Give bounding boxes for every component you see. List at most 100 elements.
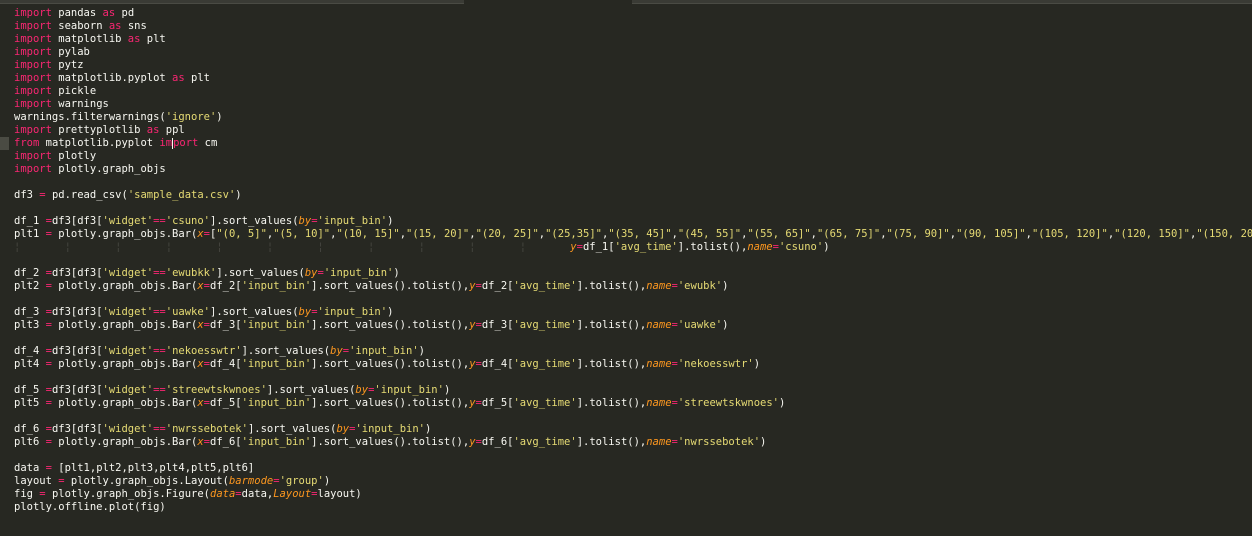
code-text: plotly.graph_objs.Layout( bbox=[64, 475, 229, 487]
operator: == bbox=[153, 384, 166, 396]
string-literal: 'uawke' bbox=[677, 319, 723, 331]
code-text: ].sort_values( bbox=[216, 267, 305, 279]
keyword-argument: by bbox=[355, 384, 369, 396]
code-line: import plotly bbox=[0, 150, 1252, 163]
code-line: plt1 = plotly.graph_objs.Bar(x=["(0, 5]"… bbox=[0, 228, 1252, 241]
code-text: pandas bbox=[51, 7, 103, 19]
code-text: plt5 bbox=[14, 397, 46, 409]
string-literal: "(25,35]" bbox=[545, 228, 603, 240]
code-text: [plt1,plt2,plt3,plt4,plt5,plt6] bbox=[51, 462, 255, 474]
code-text: df_5 bbox=[14, 384, 46, 396]
code-text: pd.read_csv( bbox=[45, 189, 128, 201]
keyword-argument: name bbox=[646, 436, 672, 448]
code-text: ].tolist(), bbox=[576, 280, 647, 292]
code-text: df_2[ bbox=[210, 280, 242, 292]
keyword: import bbox=[14, 7, 52, 19]
string-literal: 'group' bbox=[279, 475, 324, 487]
code-text: ppl bbox=[159, 124, 185, 136]
keyword-argument: Layout bbox=[273, 488, 312, 500]
code-line: import pylab bbox=[0, 46, 1252, 59]
string-literal: 'ewubkk' bbox=[165, 267, 217, 279]
string-literal: 'widget' bbox=[102, 345, 154, 357]
string-literal: 'widget' bbox=[102, 215, 154, 227]
string-literal: 'uawke' bbox=[165, 306, 211, 318]
string-literal: "(20, 25]" bbox=[475, 228, 539, 240]
string-literal: 'input_bin' bbox=[241, 436, 312, 448]
code-text: df3[df3[ bbox=[51, 384, 103, 396]
code-text: ) bbox=[424, 423, 432, 435]
code-text: plotly.graph_objs.Bar( bbox=[51, 397, 198, 409]
code-text: ) bbox=[235, 189, 242, 201]
code-line: data = [plt1,plt2,plt3,plt4,plt5,plt6] bbox=[0, 462, 1252, 475]
string-literal: 'input_bin' bbox=[374, 384, 444, 396]
code-text: ) bbox=[779, 397, 786, 409]
tab[interactable] bbox=[0, 0, 464, 4]
keyword: as bbox=[108, 20, 122, 32]
string-literal: 'input_bin' bbox=[323, 267, 394, 279]
code-text: warnings bbox=[51, 98, 109, 110]
code-text: fig bbox=[14, 488, 40, 500]
string-literal: 'csuno' bbox=[778, 241, 824, 253]
code-text: df3[df3[ bbox=[51, 267, 103, 279]
code-text: ) bbox=[823, 241, 830, 253]
code-text: warnings.filterwarnings( bbox=[14, 111, 166, 123]
string-literal: 'nekoesswtr' bbox=[677, 358, 754, 370]
string-literal: 'ewubk' bbox=[677, 280, 723, 292]
code-editor[interactable]: import pandas as pd import seaborn as sn… bbox=[0, 0, 1252, 536]
code-text: pylab bbox=[51, 46, 90, 58]
code-line: warnings.filterwarnings('ignore') bbox=[0, 111, 1252, 124]
code-line: layout = plotly.graph_objs.Layout(barmod… bbox=[0, 475, 1252, 488]
code-text: df3[df3[ bbox=[51, 423, 103, 435]
code-text: plotly.graph_objs.Bar( bbox=[51, 319, 198, 331]
code-line: df_3 =df3[df3['widget'=='uawke'].sort_va… bbox=[0, 306, 1252, 319]
string-literal: "(55, 65]" bbox=[747, 228, 811, 240]
code-text: layout) bbox=[317, 488, 362, 500]
string-literal: 'nwrssebotek' bbox=[677, 436, 761, 448]
code-text: plotly.graph_objs bbox=[51, 163, 166, 175]
code-text: ) bbox=[323, 475, 331, 487]
string-literal: "(65, 75]" bbox=[816, 228, 881, 240]
keyword-argument: name bbox=[747, 241, 773, 253]
operator: == bbox=[153, 267, 166, 279]
string-literal: 'avg_time' bbox=[513, 319, 577, 331]
code-text: df3[df3[ bbox=[51, 215, 103, 227]
string-literal: 'input_bin' bbox=[317, 215, 388, 227]
code-text: ) bbox=[722, 280, 729, 292]
code-line: import pickle bbox=[0, 85, 1252, 98]
code-text: cm bbox=[198, 137, 218, 149]
code-text: df_4[ bbox=[481, 358, 514, 370]
code-text: plt6 bbox=[14, 436, 46, 448]
tab[interactable] bbox=[632, 0, 1252, 4]
code-text: df_1 bbox=[14, 215, 46, 227]
code-text: plt bbox=[184, 72, 210, 84]
code-text: pd bbox=[115, 7, 135, 19]
operator: == bbox=[153, 306, 166, 318]
code-text: ].sort_values().tolist(), bbox=[311, 280, 470, 292]
code-text: ].tolist(), bbox=[576, 319, 647, 331]
code-text: ].sort_values( bbox=[247, 423, 337, 435]
keyword: import bbox=[14, 124, 52, 136]
string-literal: "(5, 10]" bbox=[273, 228, 331, 240]
keyword: port bbox=[173, 137, 199, 149]
code-text: plotly bbox=[51, 150, 97, 162]
code-text: df_6[ bbox=[481, 436, 514, 448]
keyword: from bbox=[14, 137, 40, 149]
code-text: df_4 bbox=[14, 345, 46, 357]
code-text: prettyplotlib bbox=[51, 124, 147, 136]
keyword: import bbox=[14, 20, 52, 32]
string-literal: "(90, 105]" bbox=[956, 228, 1026, 240]
string-literal: 'input_bin' bbox=[317, 306, 388, 318]
code-text: ) bbox=[722, 319, 729, 331]
code-line: plt5 = plotly.graph_objs.Bar(x=df_5['inp… bbox=[0, 397, 1252, 410]
code-text: ].tolist(), bbox=[576, 358, 647, 370]
operator: == bbox=[153, 423, 166, 435]
code-text: ].sort_values().tolist(), bbox=[311, 397, 470, 409]
keyword-argument: by bbox=[336, 423, 350, 435]
code-text: plotly.offline.plot(fig) bbox=[14, 501, 166, 513]
code-area[interactable]: import pandas as pd import seaborn as sn… bbox=[0, 7, 1252, 514]
string-literal: 'csuno' bbox=[165, 215, 211, 227]
string-literal: 'input_bin' bbox=[241, 280, 312, 292]
keyword-argument: name bbox=[646, 280, 672, 292]
